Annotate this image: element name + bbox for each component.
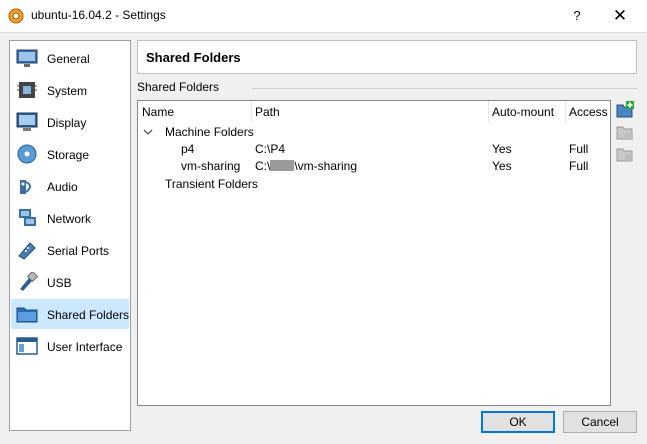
group-divider — [252, 88, 637, 89]
window-icon — [16, 337, 38, 355]
sidebar-item-label: Shared Folders — [47, 308, 130, 322]
folder-name: vm-sharing — [181, 159, 241, 173]
usb-icon — [20, 272, 38, 291]
column-header-path[interactable]: Path — [251, 101, 488, 123]
add-folder-icon[interactable] — [615, 100, 635, 120]
column-header-access[interactable]: Access — [565, 101, 611, 123]
folder-automount: Yes — [492, 159, 512, 173]
page-header: Shared Folders — [137, 40, 637, 74]
settings-sidebar: General System Display Storage Audio Net… — [9, 40, 131, 431]
serial-port-icon — [18, 242, 36, 260]
sidebar-item-system[interactable]: System — [11, 75, 129, 105]
sidebar-item-display[interactable]: Display — [11, 107, 129, 137]
folder-path-prefix: C:\ — [255, 159, 271, 173]
edit-folder-icon[interactable] — [615, 122, 635, 142]
folder-automount: Yes — [492, 142, 512, 156]
sidebar-item-general[interactable]: General — [11, 43, 129, 73]
sidebar-item-serial-ports[interactable]: Serial Ports — [11, 235, 129, 265]
shared-folders-table[interactable]: Name Path Auto-mount Access Machine Fold… — [137, 100, 611, 406]
sidebar-item-label: User Interface — [47, 340, 123, 354]
folder-path: C:\P4 — [255, 142, 286, 156]
storage-icon — [17, 144, 37, 164]
title-bar: ubuntu-16.04.2 - Settings ? ✕ — [0, 0, 647, 33]
tree-group-machine-folders[interactable]: Machine Folders — [165, 125, 254, 139]
page-title: Shared Folders — [146, 50, 241, 65]
close-button[interactable]: ✕ — [605, 4, 635, 28]
sidebar-item-label: Display — [47, 116, 87, 130]
sidebar-item-label: General — [47, 52, 90, 66]
sidebar-item-label: Storage — [47, 148, 90, 162]
folder-name: p4 — [181, 142, 195, 156]
network-icon — [19, 209, 36, 226]
sidebar-item-label: Serial Ports — [47, 244, 110, 258]
folder-access: Full — [569, 142, 589, 156]
folder-access: Full — [569, 159, 589, 173]
folder-path-suffix: \vm-sharing — [294, 159, 358, 173]
group-label: Shared Folders — [137, 80, 220, 94]
virtualbox-app-icon — [8, 8, 24, 24]
display-icon — [16, 112, 38, 131]
ok-button[interactable]: OK — [481, 411, 555, 433]
sidebar-item-usb[interactable]: USB — [11, 267, 129, 297]
help-button[interactable]: ? — [562, 4, 592, 28]
sidebar-item-storage[interactable]: Storage — [11, 139, 129, 169]
chip-icon — [17, 82, 37, 98]
cancel-button[interactable]: Cancel — [563, 411, 637, 433]
redacted-path-segment — [270, 160, 295, 171]
column-header-name[interactable]: Name — [138, 101, 251, 123]
remove-folder-icon[interactable] — [615, 144, 635, 164]
sidebar-item-audio[interactable]: Audio — [11, 171, 129, 201]
sidebar-item-label: Network — [47, 212, 92, 226]
folder-icon — [16, 307, 38, 323]
window-title: ubuntu-16.04.2 - Settings — [31, 8, 166, 22]
monitor-icon — [16, 49, 38, 67]
tree-group-transient-folders[interactable]: Transient Folders — [165, 177, 258, 191]
column-header-automount[interactable]: Auto-mount — [488, 101, 565, 123]
sidebar-item-label: System — [47, 84, 88, 98]
sidebar-item-network[interactable]: Network — [11, 203, 129, 233]
chevron-down-icon[interactable] — [143, 127, 153, 137]
audio-icon — [20, 180, 31, 194]
folder-path: C:\ \vm-sharing — [255, 159, 357, 173]
sidebar-item-user-interface[interactable]: User Interface — [11, 331, 129, 361]
sidebar-item-label: USB — [47, 276, 72, 290]
sidebar-item-shared-folders[interactable]: Shared Folders — [11, 299, 129, 329]
sidebar-item-label: Audio — [47, 180, 78, 194]
